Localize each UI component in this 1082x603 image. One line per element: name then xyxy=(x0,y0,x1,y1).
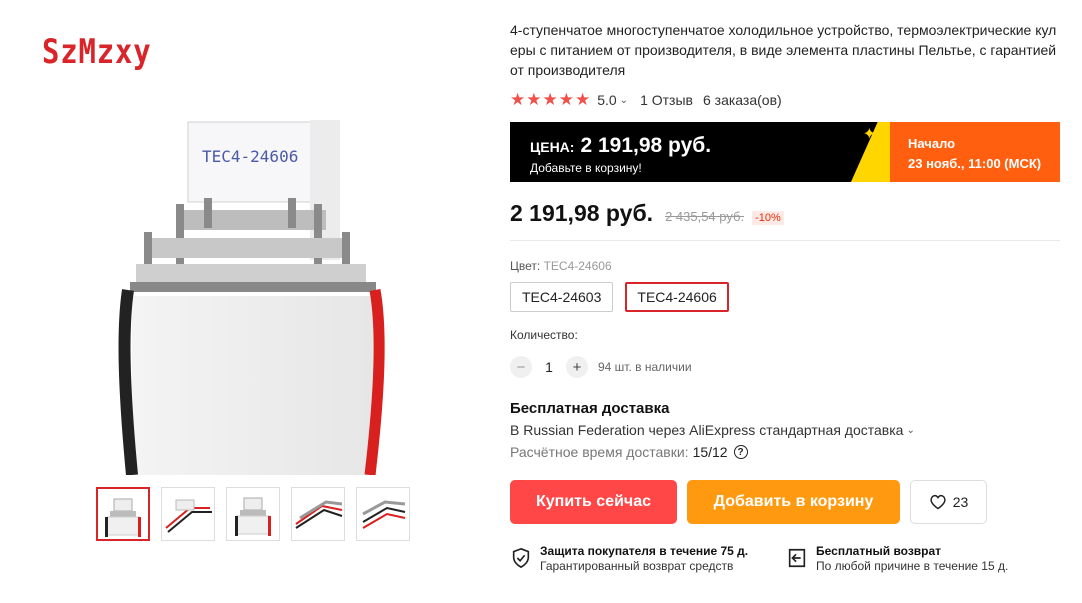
delivery-time-value: 15/12 xyxy=(692,444,728,460)
current-price: 2 191,98 руб. xyxy=(510,200,654,226)
thumbnail-strip xyxy=(96,487,410,541)
color-selected-value: TEC4-24606 xyxy=(543,259,612,273)
promo-price-label: ЦЕНА: xyxy=(530,139,575,155)
divider xyxy=(510,240,1060,241)
peltier-module-photo: TEC4-24606 xyxy=(118,120,385,475)
free-return-title: Бесплатный возврат xyxy=(816,544,942,558)
shield-check-icon xyxy=(512,547,530,569)
price-row: 2 191,98 руб. 2 435,54 руб. -10% xyxy=(510,200,1062,227)
buyer-protection-subtitle: Гарантированный возврат средств xyxy=(540,559,734,573)
peltier-stack-thumb-icon xyxy=(105,498,141,537)
delivery-time-label: Расчётное время доставки: xyxy=(510,444,689,460)
product-main-image[interactable]: SzMzxy TEC4-24606 xyxy=(20,10,490,475)
thumbnail-1[interactable] xyxy=(96,487,150,541)
quantity-minus-button[interactable]: − xyxy=(510,356,532,378)
promo-price-block: ЦЕНА: 2 191,98 руб. Добавьте в корзину! … xyxy=(510,122,890,182)
promo-start-block: Начало 23 нояб., 11:00 (МСК) xyxy=(890,122,1060,182)
promo-price: 2 191,98 руб. xyxy=(580,134,712,157)
discount-badge: -10% xyxy=(752,211,784,225)
sku-options: TEC4-24603 TEC4-24606 xyxy=(510,282,1062,312)
rating-row: ★★★★★ 5.0 ⌄ 1 Отзыв 6 заказа(ов) xyxy=(510,90,1062,110)
peltier-wires-thumb-icon xyxy=(295,500,343,529)
quantity-value[interactable]: 1 xyxy=(532,359,566,375)
wishlist-button[interactable]: 23 xyxy=(910,480,987,524)
delivery-time: Расчётное время доставки: 15/12 ? xyxy=(510,444,1062,460)
action-buttons: Купить сейчас Добавить в корзину 23 xyxy=(510,480,1062,524)
return-arrow-icon xyxy=(788,548,806,568)
stock-count: 94 шт. в наличии xyxy=(598,360,692,374)
module-label: TEC4-24606 xyxy=(202,147,298,166)
wishlist-count: 23 xyxy=(952,494,969,510)
free-return-subtitle: По любой причине в течение 15 д. xyxy=(816,559,1009,573)
quantity-stepper: − 1 + 94 шт. в наличии xyxy=(510,356,1062,378)
orders-count: 6 заказа(ов) xyxy=(702,92,782,108)
product-title: 4-ступенчатое многоступенчатое холодильн… xyxy=(510,22,1057,78)
reviews-link[interactable]: 1 Отзыв xyxy=(640,92,693,108)
thumbnail-5[interactable] xyxy=(356,487,410,541)
sku-option-tec4-24603[interactable]: TEC4-24603 xyxy=(510,282,614,312)
chevron-down-icon[interactable]: ⌄ xyxy=(620,95,628,106)
buyer-protection-title: Защита покупателя в течение 75 д. xyxy=(540,544,749,558)
thumbnail-2[interactable] xyxy=(161,487,215,541)
product-page: SzMzxy TEC4-24606 4-ступенчатое многосту… xyxy=(0,0,1082,603)
promo-subtitle: Добавьте в корзину! xyxy=(530,161,642,175)
free-return[interactable]: Бесплатный возврат По любой причине в те… xyxy=(786,544,1062,574)
peltier-wires-thumb-icon xyxy=(165,499,212,533)
product-info: 4-ступенчатое многоступенчатое холодильн… xyxy=(510,20,1062,574)
help-icon[interactable]: ? xyxy=(733,445,748,459)
promo-start-label: Начало xyxy=(908,136,956,151)
color-label: Цвет: TEC4-24606 xyxy=(510,259,1062,273)
chevron-down-icon: ⌄ xyxy=(906,424,915,436)
guarantees: Защита покупателя в течение 75 д. Гарант… xyxy=(510,544,1062,574)
color-label-text: Цвет: xyxy=(510,259,541,273)
brand-logo: SzMzxy xyxy=(42,32,152,72)
quantity-plus-button[interactable]: + xyxy=(566,356,588,378)
quantity-label: Количество: xyxy=(510,328,578,342)
peltier-wires-thumb-icon xyxy=(362,500,406,529)
old-price: 2 435,54 руб. xyxy=(665,209,745,224)
add-to-cart-button[interactable]: Добавить в корзину xyxy=(687,480,900,524)
shipping-title: Бесплатная доставка xyxy=(510,400,670,417)
peltier-stack-thumb-icon xyxy=(235,497,271,536)
promo-banner: ЦЕНА: 2 191,98 руб. Добавьте в корзину! … xyxy=(510,122,1062,182)
thumbnail-3[interactable] xyxy=(226,487,280,541)
rating-value[interactable]: 5.0 xyxy=(597,92,616,108)
sku-option-tec4-24606[interactable]: TEC4-24606 xyxy=(625,282,729,312)
star-rating-icon: ★★★★★ xyxy=(510,90,592,109)
shipping-method-text: В Russian Federation через AliExpress ст… xyxy=(510,422,904,438)
heart-icon xyxy=(930,494,946,510)
thumbnail-4[interactable] xyxy=(291,487,345,541)
promo-start-time: 23 нояб., 11:00 (МСК) xyxy=(908,156,1042,171)
buy-now-button[interactable]: Купить сейчас xyxy=(510,480,677,524)
shipping-method[interactable]: В Russian Federation через AliExpress ст… xyxy=(510,422,1062,438)
buyer-protection[interactable]: Защита покупателя в течение 75 д. Гарант… xyxy=(510,544,786,574)
sparkle-icon: ✦ xyxy=(862,126,876,143)
